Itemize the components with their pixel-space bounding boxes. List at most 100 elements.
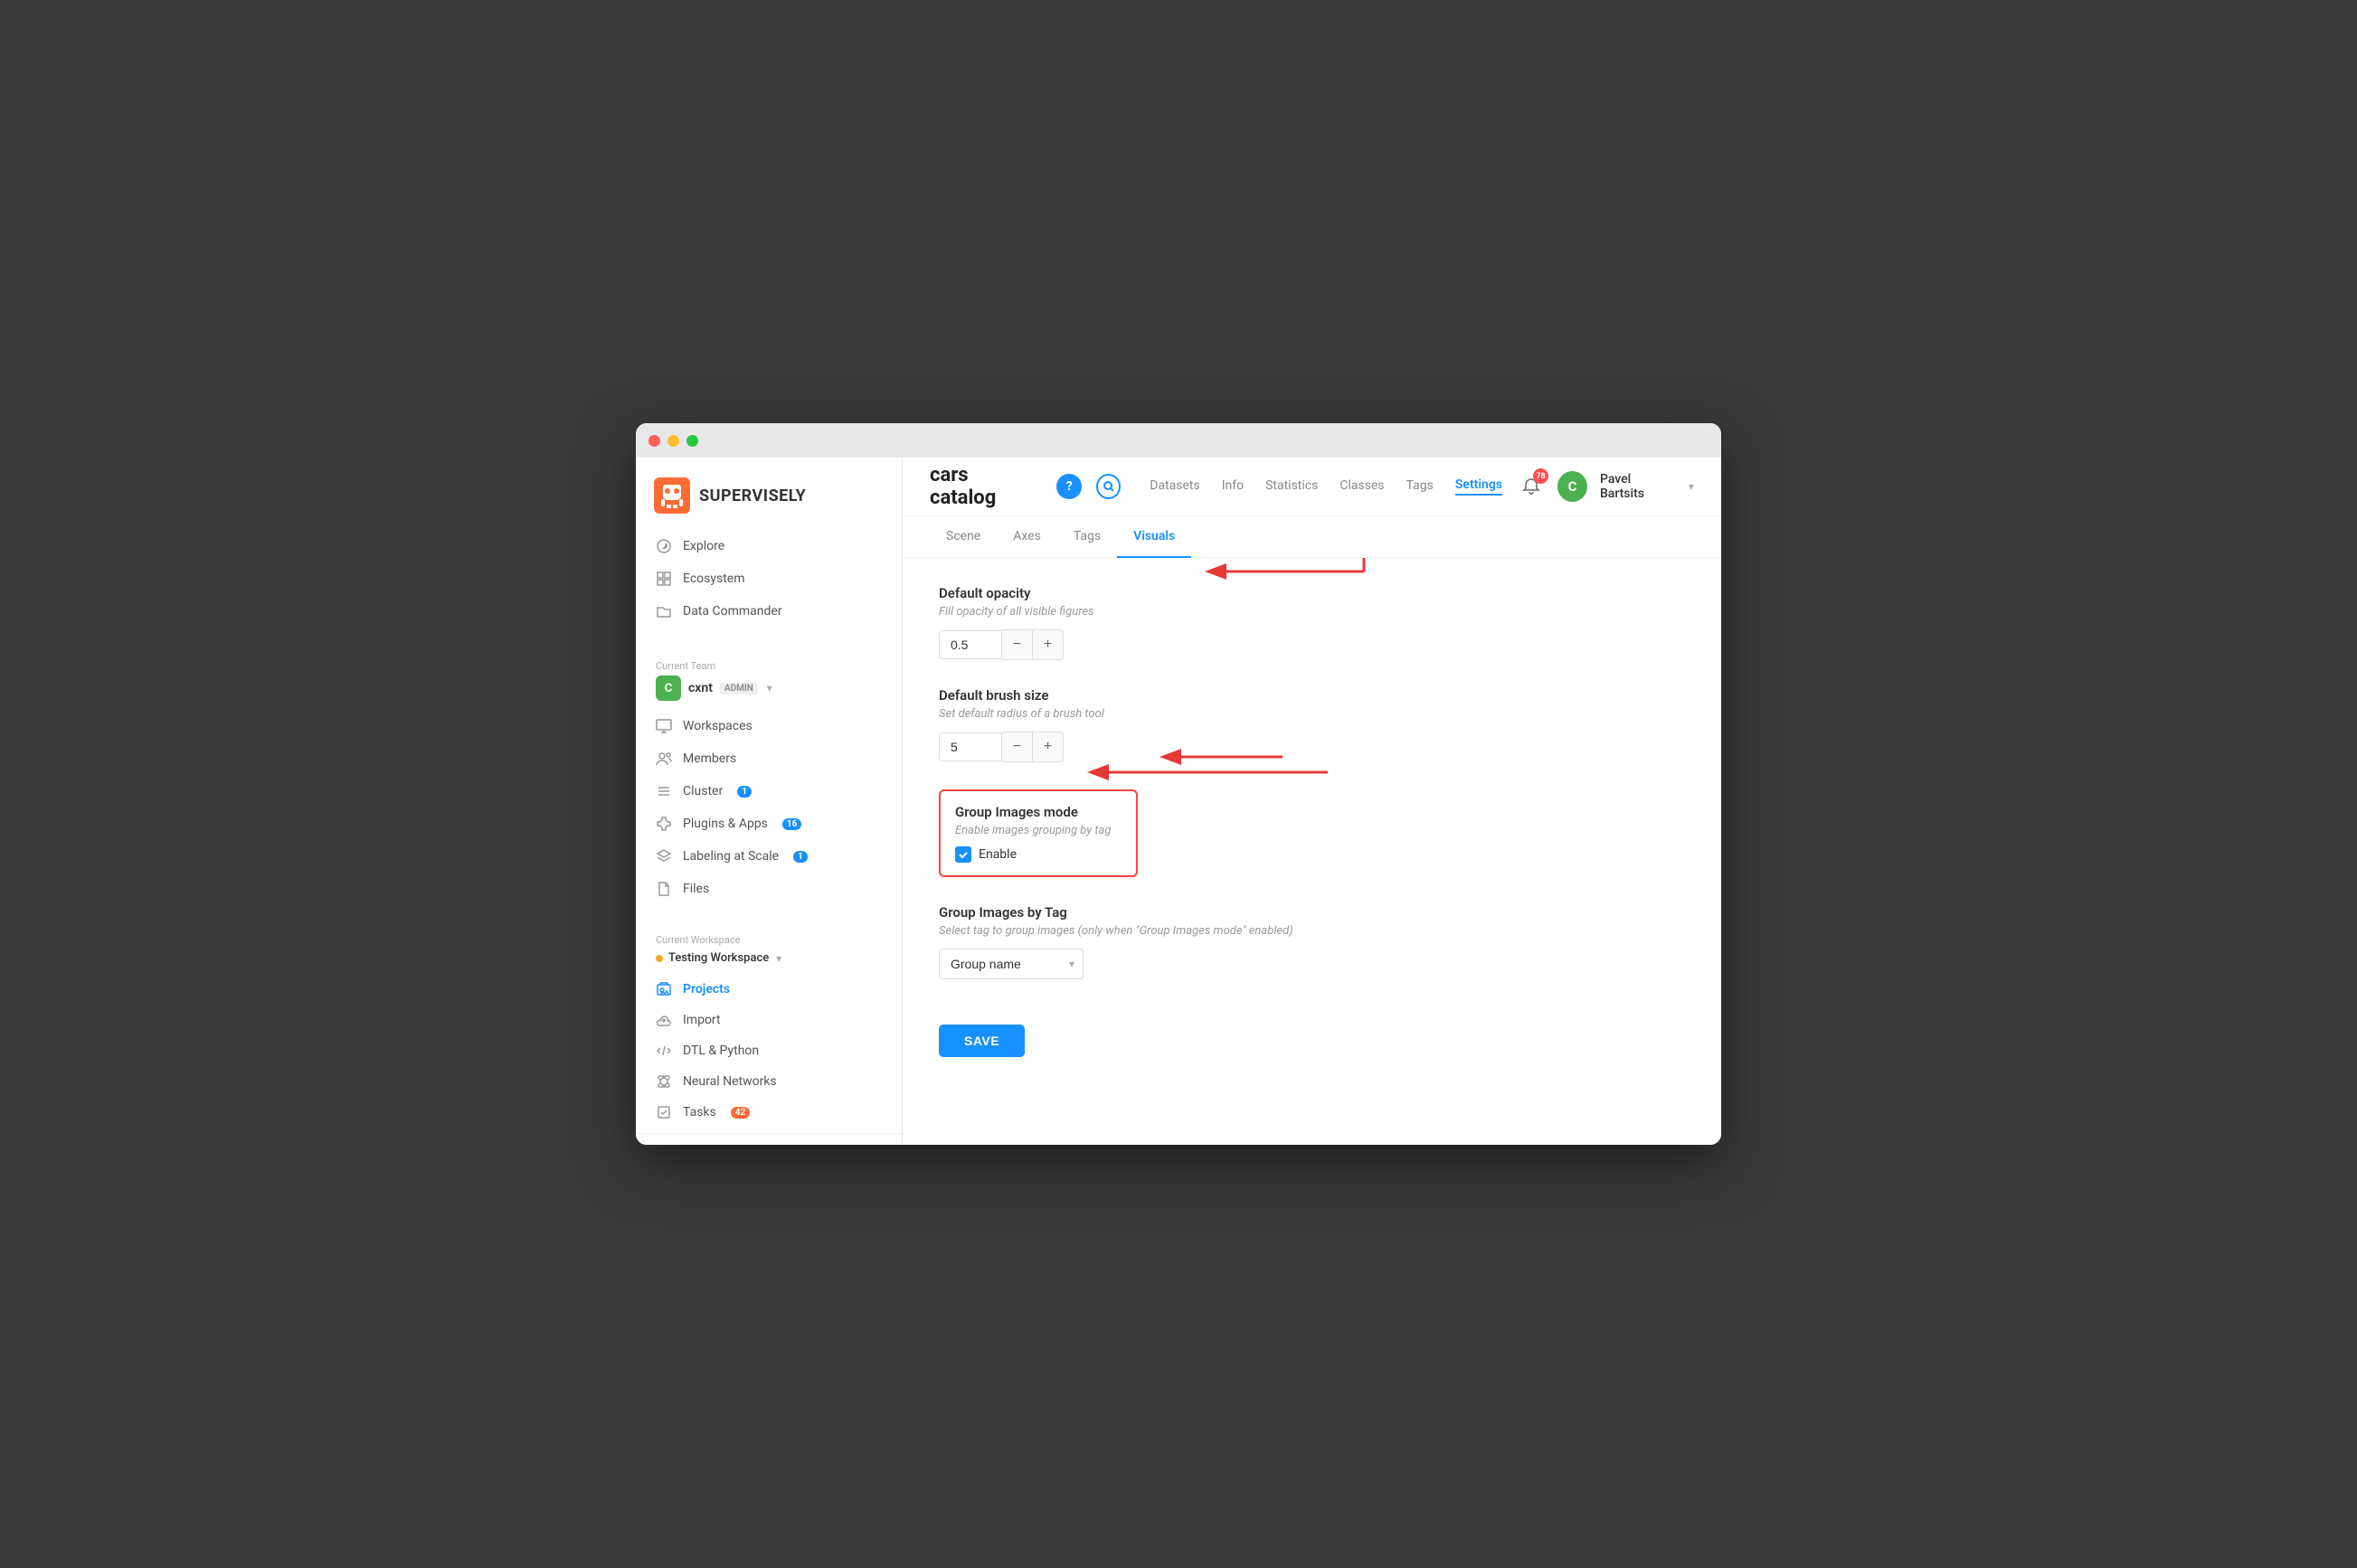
folder-icon	[656, 603, 672, 619]
arrow-to-group-box	[1084, 759, 1337, 789]
arrow-to-visuals-tab	[1056, 558, 1373, 589]
sidebar-item-workspaces[interactable]: Workspaces	[636, 710, 902, 742]
group-images-desc: Enable images grouping by tag	[955, 824, 1122, 837]
tab-tags[interactable]: Tags	[1057, 516, 1117, 558]
sidebar-item-plugins[interactable]: Plugins & Apps 16	[636, 808, 902, 840]
sidebar-item-files[interactable]: Files	[636, 873, 902, 905]
default-brush-section: Default brush size Set default radius of…	[939, 687, 1685, 762]
search-button[interactable]	[1096, 474, 1121, 499]
sidebar-item-data-commander[interactable]: Data Commander	[636, 595, 902, 628]
nav-settings[interactable]: Settings	[1455, 477, 1502, 496]
users-icon	[656, 751, 672, 767]
notification-badge: 78	[1533, 468, 1548, 484]
workspace-section: Current Workspace Testing Workspace ▾	[636, 929, 902, 968]
titlebar	[636, 423, 1721, 458]
nav-classes[interactable]: Classes	[1339, 478, 1384, 495]
app-body: SUPERVISELY Explore Ecosystem Data Comma…	[636, 458, 1721, 1145]
brush-decrease-button[interactable]: −	[1002, 732, 1033, 762]
supervisely-logo-icon	[654, 477, 690, 514]
group-tag-title: Group Images by Tag	[939, 904, 1685, 921]
cloud-upload-icon	[656, 1012, 672, 1028]
group-images-mode-box: Group Images mode Enable images grouping…	[939, 789, 1138, 877]
group-tag-select[interactable]: Group name Tag1 Tag2	[939, 949, 1084, 979]
sidebar-item-explore[interactable]: Explore	[636, 530, 902, 562]
layers-icon	[656, 848, 672, 864]
brush-desc: Set default radius of a brush tool	[939, 707, 1685, 721]
brush-input[interactable]	[939, 732, 1002, 761]
puzzle-icon	[656, 816, 672, 832]
default-opacity-section: Default opacity Fill opacity of all visi…	[939, 585, 1685, 660]
group-images-title: Group Images mode	[955, 804, 1122, 820]
sidebar-footer: ‹ What's new? · Docs	[636, 1133, 902, 1145]
list-icon	[656, 783, 672, 799]
check-square-icon	[656, 1104, 672, 1120]
group-by-tag-section: Group Images by Tag Select tag to group …	[939, 904, 1685, 979]
opacity-input[interactable]	[939, 630, 1002, 659]
app-window: SUPERVISELY Explore Ecosystem Data Comma…	[636, 423, 1721, 1145]
global-nav: Workspaces Members Cluster 1 Plugins & A…	[636, 710, 902, 914]
sidebar-item-cluster[interactable]: Cluster 1	[636, 775, 902, 808]
user-name[interactable]: Pavel Bartsits	[1600, 472, 1676, 501]
top-nav: Explore Ecosystem Data Commander	[636, 530, 902, 637]
group-tag-desc: Select tag to group images (only when "G…	[939, 924, 1685, 938]
grid-icon	[656, 571, 672, 587]
sidebar-item-projects[interactable]: Projects	[636, 974, 902, 1005]
team-section: Current Team C cxnt ADMIN ▾	[636, 651, 902, 710]
enable-checkbox-row: Enable	[955, 846, 1122, 863]
opacity-input-row: − +	[939, 629, 1685, 660]
sidebar: SUPERVISELY Explore Ecosystem Data Comma…	[636, 458, 903, 1145]
main-content: cars catalog ? Datasets Info Statistics …	[903, 458, 1721, 1145]
monitor-icon	[656, 718, 672, 734]
topbar-right: 78 C Pavel Bartsits ▾	[1517, 471, 1694, 502]
topbar: cars catalog ? Datasets Info Statistics …	[903, 458, 1721, 516]
user-chevron-icon: ▾	[1689, 480, 1694, 493]
notification-button[interactable]: 78	[1517, 472, 1545, 501]
sidebar-item-ecosystem[interactable]: Ecosystem	[636, 562, 902, 595]
compass-icon	[656, 538, 672, 554]
team-row[interactable]: C cxnt ADMIN ▾	[656, 675, 882, 701]
brush-increase-button[interactable]: +	[1033, 732, 1064, 762]
save-button[interactable]: SAVE	[939, 1025, 1025, 1057]
enable-checkbox[interactable]	[955, 846, 971, 863]
enable-label: Enable	[979, 847, 1017, 862]
workspace-selector[interactable]: Testing Workspace ▾	[656, 951, 882, 965]
sidebar-item-labeling[interactable]: Labeling at Scale 1	[636, 840, 902, 873]
team-chevron-icon: ▾	[767, 682, 772, 694]
file-icon	[656, 881, 672, 897]
project-title: cars catalog	[930, 464, 1037, 509]
nav-statistics[interactable]: Statistics	[1265, 478, 1318, 495]
settings-tabs: Scene Axes Tags Visuals	[903, 516, 1721, 558]
nav-tags[interactable]: Tags	[1406, 478, 1434, 495]
logo-text: SUPERVISELY	[699, 486, 806, 505]
workspace-chevron-icon: ▾	[776, 952, 781, 965]
close-dot[interactable]	[648, 435, 660, 447]
brain-icon	[656, 1073, 672, 1090]
nav-datasets[interactable]: Datasets	[1150, 478, 1199, 495]
project-nav: Datasets Info Statistics Classes Tags Se…	[1150, 477, 1502, 496]
tab-visuals[interactable]: Visuals	[1117, 516, 1191, 558]
help-button[interactable]: ?	[1056, 474, 1081, 499]
opacity-decrease-button[interactable]: −	[1002, 629, 1033, 660]
group-tag-select-wrapper: Group name Tag1 Tag2 ▾	[939, 949, 1084, 979]
team-avatar: C	[656, 675, 681, 701]
nav-info[interactable]: Info	[1222, 478, 1244, 495]
tab-axes[interactable]: Axes	[997, 516, 1057, 558]
settings-content: Default opacity Fill opacity of all visi…	[903, 558, 1721, 1145]
brush-input-row: − +	[939, 732, 1685, 762]
sidebar-item-members[interactable]: Members	[636, 742, 902, 775]
sidebar-item-dtl[interactable]: DTL & Python	[636, 1035, 902, 1066]
tab-scene[interactable]: Scene	[930, 516, 997, 558]
workspace-nav: Projects Import DTL & Python Neural Netw…	[636, 968, 902, 1133]
user-avatar: C	[1557, 471, 1587, 502]
workspace-dot	[656, 955, 663, 962]
sidebar-item-neural[interactable]: Neural Networks	[636, 1066, 902, 1097]
sidebar-item-import[interactable]: Import	[636, 1005, 902, 1035]
sidebar-item-tasks[interactable]: Tasks 42	[636, 1097, 902, 1128]
opacity-title: Default opacity	[939, 585, 1685, 601]
minimize-dot[interactable]	[667, 435, 679, 447]
maximize-dot[interactable]	[686, 435, 698, 447]
brush-title: Default brush size	[939, 687, 1685, 704]
opacity-increase-button[interactable]: +	[1033, 629, 1064, 660]
sidebar-logo: SUPERVISELY	[636, 458, 902, 530]
image-stack-icon	[656, 981, 672, 997]
